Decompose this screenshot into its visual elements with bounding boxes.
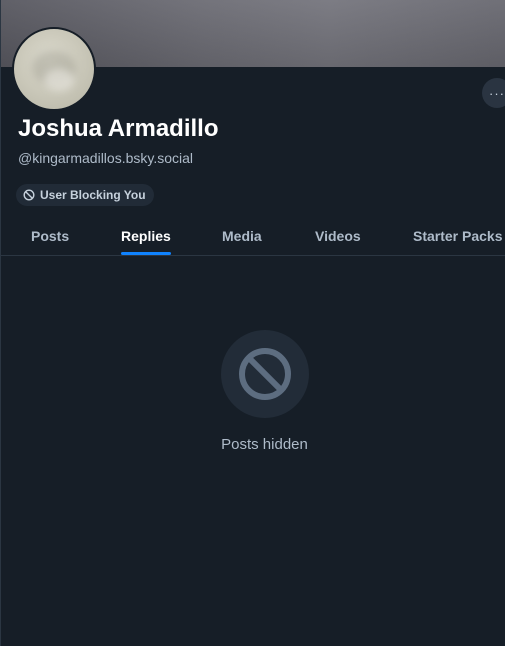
posts-hidden-state: Posts hidden bbox=[1, 330, 505, 453]
profile-page: ··· Joshua Armadillo @kingarmadillos.bsk… bbox=[0, 0, 505, 646]
profile-tabs: Posts Replies Media Videos Starter Packs bbox=[1, 218, 505, 256]
tab-label: Posts bbox=[31, 228, 70, 244]
tab-starter-packs[interactable]: Starter Packs bbox=[413, 218, 503, 255]
avatar[interactable] bbox=[12, 27, 96, 111]
tab-label: Media bbox=[222, 228, 262, 244]
tab-label: Replies bbox=[121, 228, 171, 244]
block-icon bbox=[23, 189, 35, 201]
tab-posts[interactable]: Posts bbox=[31, 218, 69, 255]
tab-videos[interactable]: Videos bbox=[315, 218, 361, 255]
posts-hidden-message: Posts hidden bbox=[221, 436, 308, 453]
tab-replies[interactable]: Replies bbox=[121, 218, 171, 255]
tab-label: Starter Packs bbox=[413, 228, 503, 244]
avatar-blur-shape bbox=[44, 69, 74, 91]
active-tab-indicator bbox=[121, 252, 171, 255]
more-options-button[interactable]: ··· bbox=[482, 78, 505, 108]
tab-label: Videos bbox=[315, 228, 361, 244]
block-icon bbox=[238, 348, 291, 400]
badge-label: User Blocking You bbox=[40, 188, 146, 202]
tab-media[interactable]: Media bbox=[222, 218, 262, 255]
more-icon: ··· bbox=[489, 85, 505, 101]
user-blocking-you-badge[interactable]: User Blocking You bbox=[16, 184, 154, 206]
profile-handle: @kingarmadillos.bsky.social bbox=[18, 150, 194, 166]
empty-state-icon-circle bbox=[220, 330, 309, 418]
display-name: Joshua Armadillo bbox=[18, 115, 219, 142]
